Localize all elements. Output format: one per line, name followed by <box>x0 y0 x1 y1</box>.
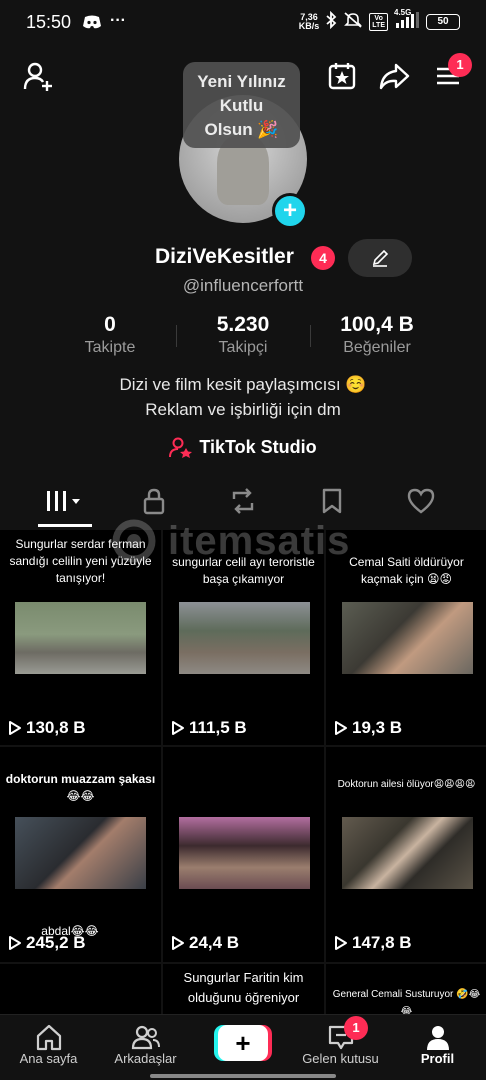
battery-indicator: 50 <box>426 13 460 30</box>
profile-stats: 0 Takipte 5.230 Takipçi 100,4 B Beğenile… <box>0 313 486 363</box>
stat-likes[interactable]: 100,4 B Beğeniler <box>297 313 457 357</box>
tiktok-studio-link[interactable]: TikTok Studio <box>0 436 486 458</box>
view-count: 24,4 B <box>171 933 239 953</box>
share-profile-button[interactable] <box>376 58 412 94</box>
status-bar: 15:50 ··· 7,36 KB/s Vo LTE 4.5G 50 <box>0 0 486 44</box>
plus-icon: + <box>218 1025 268 1061</box>
view-count: 130,8 B <box>8 718 86 738</box>
username-row: DiziVeKesitler 4 <box>0 239 486 277</box>
itemsatis-watermark: itemsatis <box>100 516 380 566</box>
play-icon <box>335 936 347 950</box>
discord-icon <box>82 14 102 35</box>
video-thumbnail <box>15 602 146 674</box>
play-icon <box>335 721 347 735</box>
video-tile[interactable]: 24,4 B <box>163 747 324 962</box>
new-year-tooltip[interactable]: Yeni Yılınız Kutlu Olsun 🎉 <box>183 62 300 148</box>
view-count: 111,5 B <box>171 718 247 738</box>
view-count: 19,3 B <box>334 718 402 738</box>
home-icon <box>36 1024 61 1051</box>
status-time: 15:50 <box>26 12 72 32</box>
heart-icon <box>407 488 434 514</box>
video-thumbnail <box>179 602 310 674</box>
repost-icon <box>232 488 253 514</box>
studio-user-icon <box>169 437 193 458</box>
calendar-star-button[interactable] <box>324 58 360 94</box>
nav-home[interactable]: Ana sayfa <box>0 1023 97 1066</box>
add-user-icon <box>23 62 52 91</box>
add-friend-button[interactable] <box>20 58 56 94</box>
play-icon <box>9 936 21 950</box>
video-thumbnail <box>15 817 146 889</box>
tab-videos[interactable] <box>16 476 113 526</box>
friends-icon <box>131 1025 160 1050</box>
bluetooth-icon <box>325 10 337 32</box>
home-indicator <box>150 1074 336 1078</box>
watermark-logo-icon <box>112 519 156 563</box>
mute-icon <box>343 11 363 32</box>
play-icon <box>9 721 21 735</box>
video-thumbnail <box>342 602 473 674</box>
calendar-star-icon <box>328 63 356 90</box>
volte-icon: Vo LTE <box>369 12 388 31</box>
add-story-button[interactable]: + <box>272 193 308 229</box>
nav-friends[interactable]: Arkadaşlar <box>97 1023 194 1066</box>
video-thumbnail <box>179 817 310 889</box>
create-video-button[interactable]: + <box>214 1025 272 1061</box>
grid-videos-icon <box>46 491 80 511</box>
nav-profile[interactable]: Profil <box>389 1023 486 1066</box>
lock-icon <box>143 488 164 515</box>
nav-inbox[interactable]: Gelen kutusu <box>292 1023 389 1066</box>
menu-notification-badge: 1 <box>448 53 472 77</box>
video-thumbnail <box>342 817 473 889</box>
bookmark-icon <box>322 488 341 514</box>
username-badge[interactable]: 4 <box>311 246 335 270</box>
inbox-badge: 1 <box>344 1016 368 1040</box>
play-icon <box>172 936 184 950</box>
video-tile[interactable]: doktorun muazzam şakası😂😂 abdal😂😂 245,2 … <box>0 747 161 962</box>
plus-icon: + <box>282 197 297 224</box>
username: DiziVeKesitler <box>155 245 294 268</box>
signal-icon: 4.5G <box>394 8 420 32</box>
profile-bio: Dizi ve film kesit paylaşımcısı ☺️ Rekla… <box>119 375 367 419</box>
share-icon <box>379 63 410 90</box>
play-icon <box>172 721 184 735</box>
network-speed: 7,36 KB/s <box>298 11 320 31</box>
view-count: 147,8 B <box>334 933 412 953</box>
profile-icon <box>426 1026 449 1050</box>
tab-active-indicator <box>38 524 92 527</box>
edit-profile-button[interactable] <box>348 239 412 277</box>
pencil-icon <box>372 249 389 267</box>
video-tile[interactable]: Doktorun ailesi ölüyor😩😩😩😩 147,8 B <box>326 747 486 962</box>
view-count: 245,2 B <box>8 933 86 953</box>
bottom-nav: Ana sayfa Arkadaşlar + Gelen kutusu 1 Pr… <box>0 1014 486 1080</box>
user-handle: @influencerfortt <box>182 276 304 295</box>
more-notifications-icon: ··· <box>110 12 126 29</box>
tab-liked[interactable] <box>372 476 469 526</box>
